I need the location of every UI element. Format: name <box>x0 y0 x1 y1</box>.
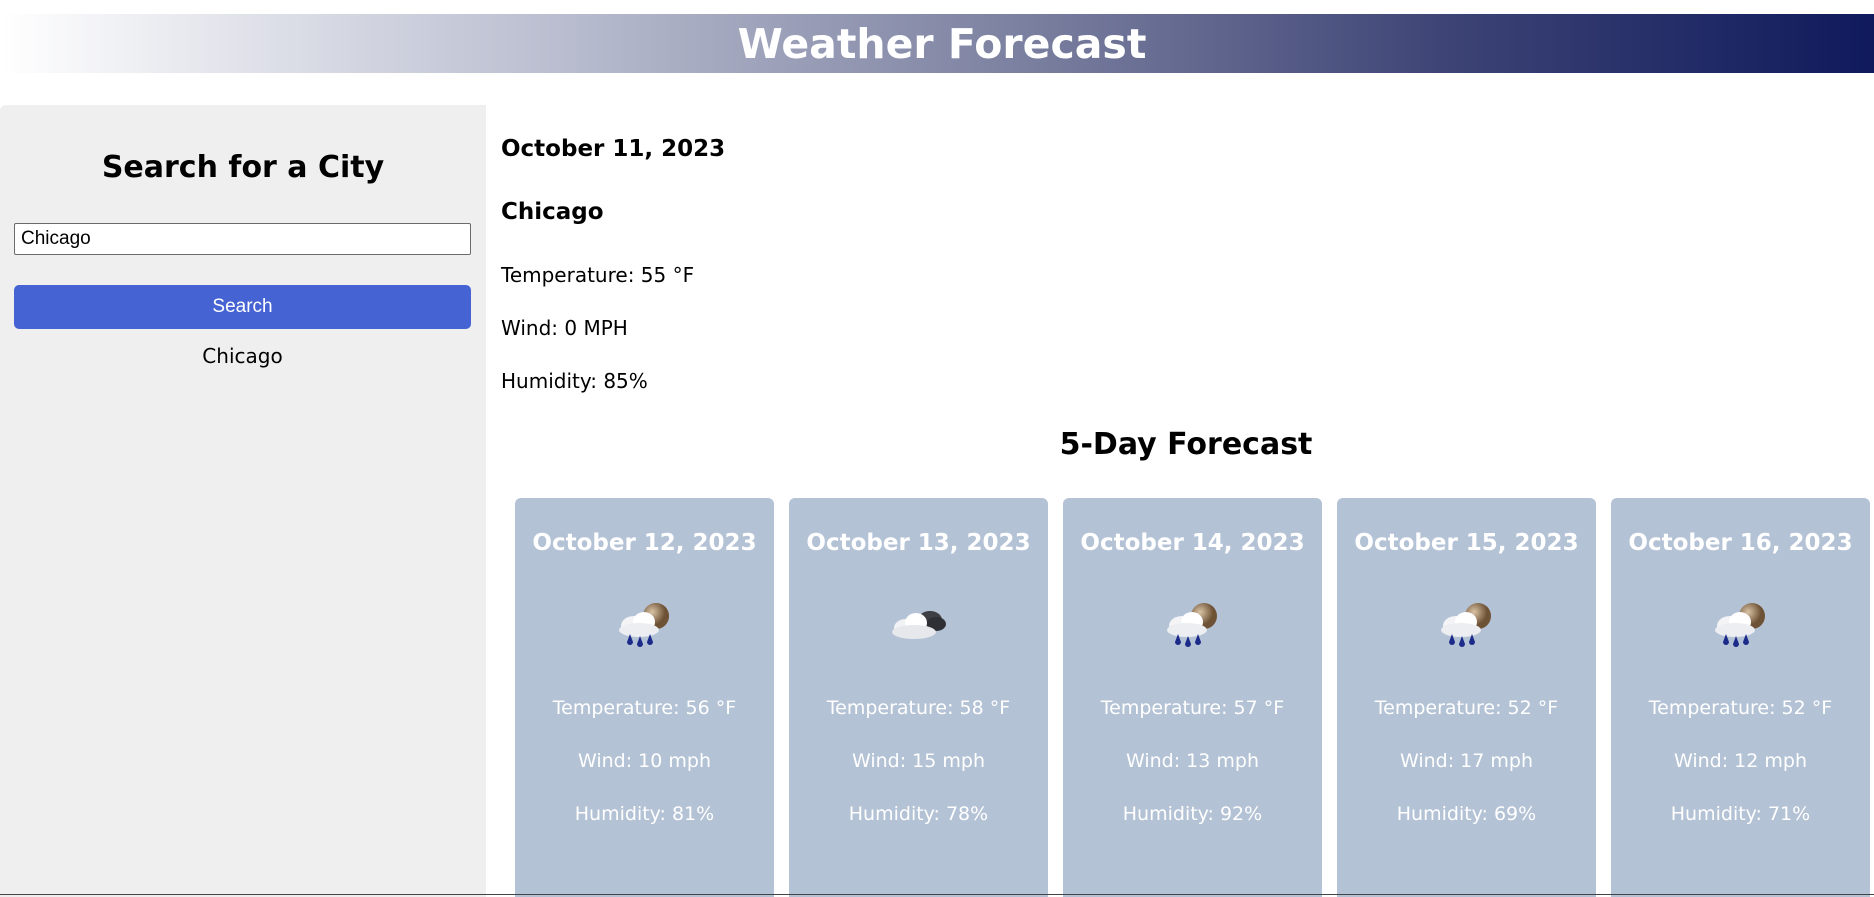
forecast-card: October 15, 2023 Temperature: 52 °F Wind… <box>1337 498 1596 897</box>
forecast-card: October 13, 2023 Temperature: 58 °F Wind… <box>789 498 1048 897</box>
window-bottom-border <box>0 894 1874 895</box>
forecast-card: October 16, 2023 Temperature: 52 °F Wind… <box>1611 498 1870 897</box>
forecast-temperature: Temperature: 58 °F <box>826 697 1011 719</box>
rain-cloud-night-icon <box>1441 603 1491 647</box>
forecast-wind: Wind: 17 mph <box>1399 750 1534 772</box>
forecast-humidity: Humidity: 69% <box>1396 803 1537 825</box>
rain-cloud-night-icon <box>619 603 669 647</box>
forecast-date: October 15, 2023 <box>1354 530 1579 556</box>
forecast-date: October 16, 2023 <box>1628 530 1853 556</box>
history-item-chicago[interactable]: Chicago <box>14 344 471 368</box>
forecast-wind: Wind: 12 mph <box>1673 750 1808 772</box>
search-button[interactable]: Search <box>14 285 471 329</box>
forecast-wind: Wind: 15 mph <box>851 750 986 772</box>
forecast-humidity: Humidity: 92% <box>1122 803 1263 825</box>
forecast-card: October 14, 2023 Temperature: 57 °F Wind… <box>1063 498 1322 897</box>
forecast-temperature: Temperature: 52 °F <box>1648 697 1833 719</box>
forecast-card: October 12, 2023 Temperature: 56 °F Wind… <box>515 498 774 897</box>
cloudy-icon <box>892 611 946 639</box>
forecast-humidity: Humidity: 81% <box>574 803 715 825</box>
page-header: Weather Forecast <box>0 14 1874 73</box>
forecast-temperature: Temperature: 57 °F <box>1100 697 1285 719</box>
page: Weather Forecast Search for a City Searc… <box>0 0 1874 897</box>
rain-cloud-night-icon <box>1715 603 1765 647</box>
current-city: Chicago <box>501 199 604 225</box>
current-humidity: Humidity: 85% <box>501 369 648 393</box>
forecast-humidity: Humidity: 78% <box>848 803 989 825</box>
forecast-wind: Wind: 10 mph <box>577 750 712 772</box>
current-date: October 11, 2023 <box>501 136 726 162</box>
page-title: Weather Forecast <box>737 19 1147 68</box>
forecast-humidity: Humidity: 71% <box>1670 803 1811 825</box>
city-search-input[interactable] <box>14 223 471 255</box>
forecast-temperature: Temperature: 52 °F <box>1374 697 1559 719</box>
current-temperature: Temperature: 55 °F <box>501 263 695 287</box>
forecast-date: October 12, 2023 <box>532 530 757 556</box>
forecast-wind: Wind: 13 mph <box>1125 750 1260 772</box>
forecast-title: 5-Day Forecast <box>1059 427 1313 462</box>
forecast-date: October 14, 2023 <box>1080 530 1305 556</box>
search-heading: Search for a City <box>101 150 385 185</box>
forecast-temperature: Temperature: 56 °F <box>552 697 737 719</box>
rain-cloud-night-icon <box>1167 603 1217 647</box>
forecast-date: October 13, 2023 <box>806 530 1031 556</box>
search-sidebar: Search for a City Search Chicago <box>0 105 486 897</box>
forecast-cards: October 12, 2023 Temperature: 56 °F Wind… <box>515 498 1870 897</box>
current-wind: Wind: 0 MPH <box>501 316 628 340</box>
